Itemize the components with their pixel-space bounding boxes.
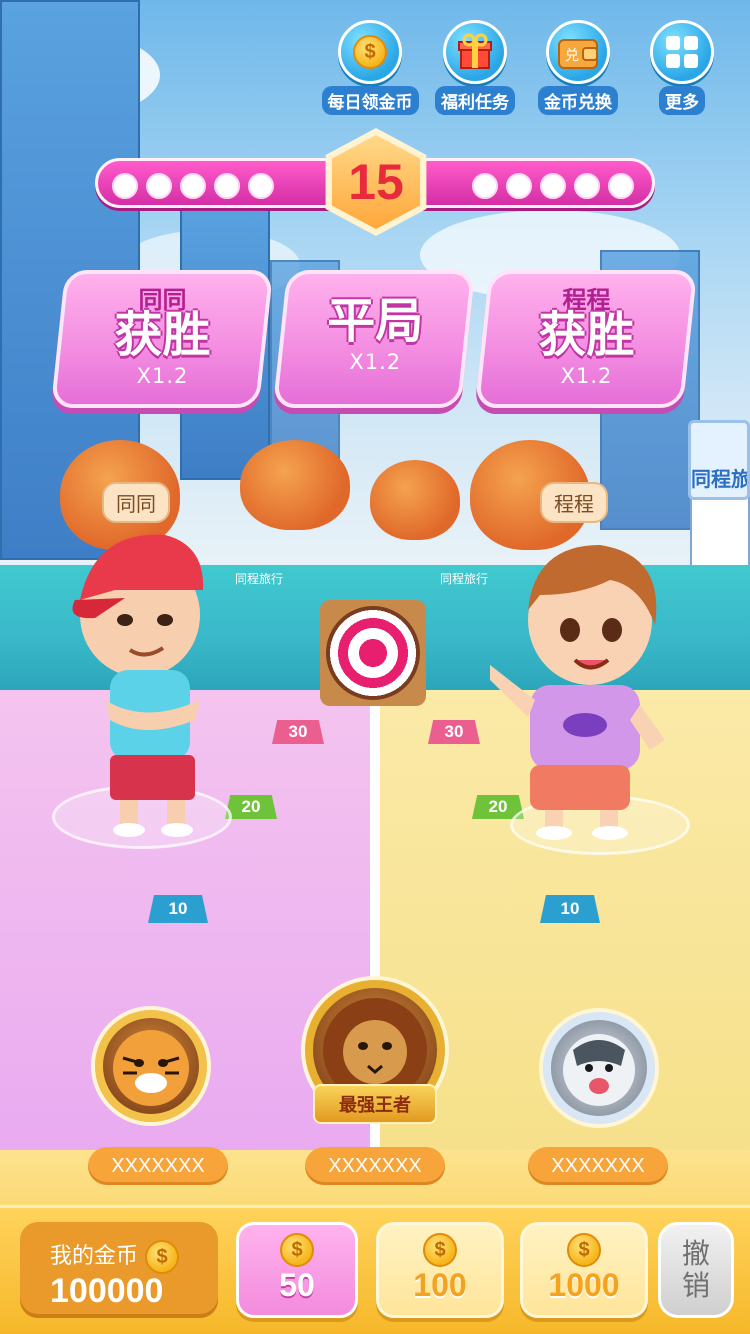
- undo-button[interactable]: 撤 销: [658, 1222, 734, 1318]
- marker-10-right: 10: [540, 895, 600, 923]
- tiger-icon: [113, 1030, 189, 1106]
- bet-multiplier: X1.2: [349, 350, 402, 374]
- coin-icon: $: [145, 1240, 180, 1274]
- marker-30-left: 30: [272, 720, 324, 744]
- chip-value: 50: [279, 1267, 315, 1303]
- chip-1000-button[interactable]: $ 1000: [520, 1222, 648, 1318]
- my-coins-label: 我的金币 $: [50, 1238, 180, 1274]
- wall-logo-right: 同程旅行: [440, 572, 489, 586]
- chip-100-button[interactable]: $ 100: [376, 1222, 504, 1318]
- my-coins-box: 我的金币 $ 100000: [20, 1222, 218, 1318]
- daily-coins-button[interactable]: $ 每日领金币: [320, 20, 420, 115]
- rank-2-avatar[interactable]: [95, 1010, 207, 1122]
- chip-value: 100: [413, 1267, 467, 1303]
- chip-value: 1000: [548, 1267, 620, 1303]
- target-icon: [326, 606, 420, 700]
- rank-1-name: XXXXXXX: [305, 1147, 445, 1185]
- more-button[interactable]: 更多: [632, 20, 732, 115]
- rank-3-name: XXXXXXX: [528, 1147, 668, 1185]
- bet-result-label: 平局: [327, 293, 424, 349]
- bet-result-label: 获胜: [538, 307, 635, 363]
- progress-dot: [214, 173, 240, 199]
- round-number-badge: 15: [320, 128, 432, 236]
- gift-icon: [443, 20, 507, 84]
- coin-exchange-button[interactable]: 兑 金币兑换: [528, 20, 628, 115]
- undo-label-top: 撤: [681, 1237, 710, 1270]
- billboard: 同程旅: [688, 420, 750, 500]
- welfare-tasks-button[interactable]: 福利任务: [425, 20, 525, 115]
- wallet-icon: 兑: [546, 20, 610, 84]
- progress-dot: [472, 173, 498, 199]
- king-ribbon: 最强王者: [313, 1084, 437, 1124]
- player-left-character: [72, 534, 204, 837]
- marker-10-left: 10: [148, 895, 208, 923]
- coin-icon: $: [567, 1233, 601, 1267]
- my-coins-value: 100000: [50, 1272, 164, 1310]
- progress-dot: [146, 173, 172, 199]
- coin-icon: $: [338, 20, 402, 84]
- progress-dot: [574, 173, 600, 199]
- bet-multiplier: X1.2: [136, 364, 189, 388]
- rank-3-avatar[interactable]: [543, 1012, 655, 1124]
- player-tag-right: 程程: [540, 482, 608, 523]
- svg-text:兑: 兑: [565, 48, 579, 64]
- undo-label-bottom: 销: [681, 1269, 710, 1302]
- rank-2-name: XXXXXXX: [88, 1147, 228, 1185]
- wall-logo-left: 同程旅行: [235, 572, 284, 586]
- progress-dot: [506, 173, 532, 199]
- progress-dot: [540, 173, 566, 199]
- progress-dot: [180, 173, 206, 199]
- bet-right-win[interactable]: 程程 获胜 X1.2: [474, 270, 698, 408]
- marker-30-right: 30: [428, 720, 480, 744]
- bet-multiplier: X1.2: [560, 364, 613, 388]
- bet-result-label: 获胜: [114, 307, 211, 363]
- bet-draw[interactable]: 平局 X1.2: [272, 270, 476, 408]
- chip-50-button[interactable]: $ 50: [236, 1222, 358, 1318]
- bet-player-name: 程程: [562, 286, 611, 314]
- grid-icon: [650, 20, 714, 84]
- player-tag-left: 同同: [102, 482, 170, 523]
- bet-player-name: 同同: [138, 286, 187, 314]
- bet-left-win[interactable]: 同同 获胜 X1.2: [50, 270, 274, 408]
- player-right-character: [490, 545, 665, 840]
- coin-icon: $: [423, 1233, 457, 1267]
- progress-dot: [608, 173, 634, 199]
- round-number: 15: [348, 154, 404, 210]
- progress-dot: [112, 173, 138, 199]
- coin-icon: $: [280, 1233, 314, 1267]
- bet-player-name: [285, 280, 465, 294]
- progress-dot: [248, 173, 274, 199]
- husky-icon: [563, 1034, 635, 1106]
- marker-20-left: 20: [225, 795, 277, 819]
